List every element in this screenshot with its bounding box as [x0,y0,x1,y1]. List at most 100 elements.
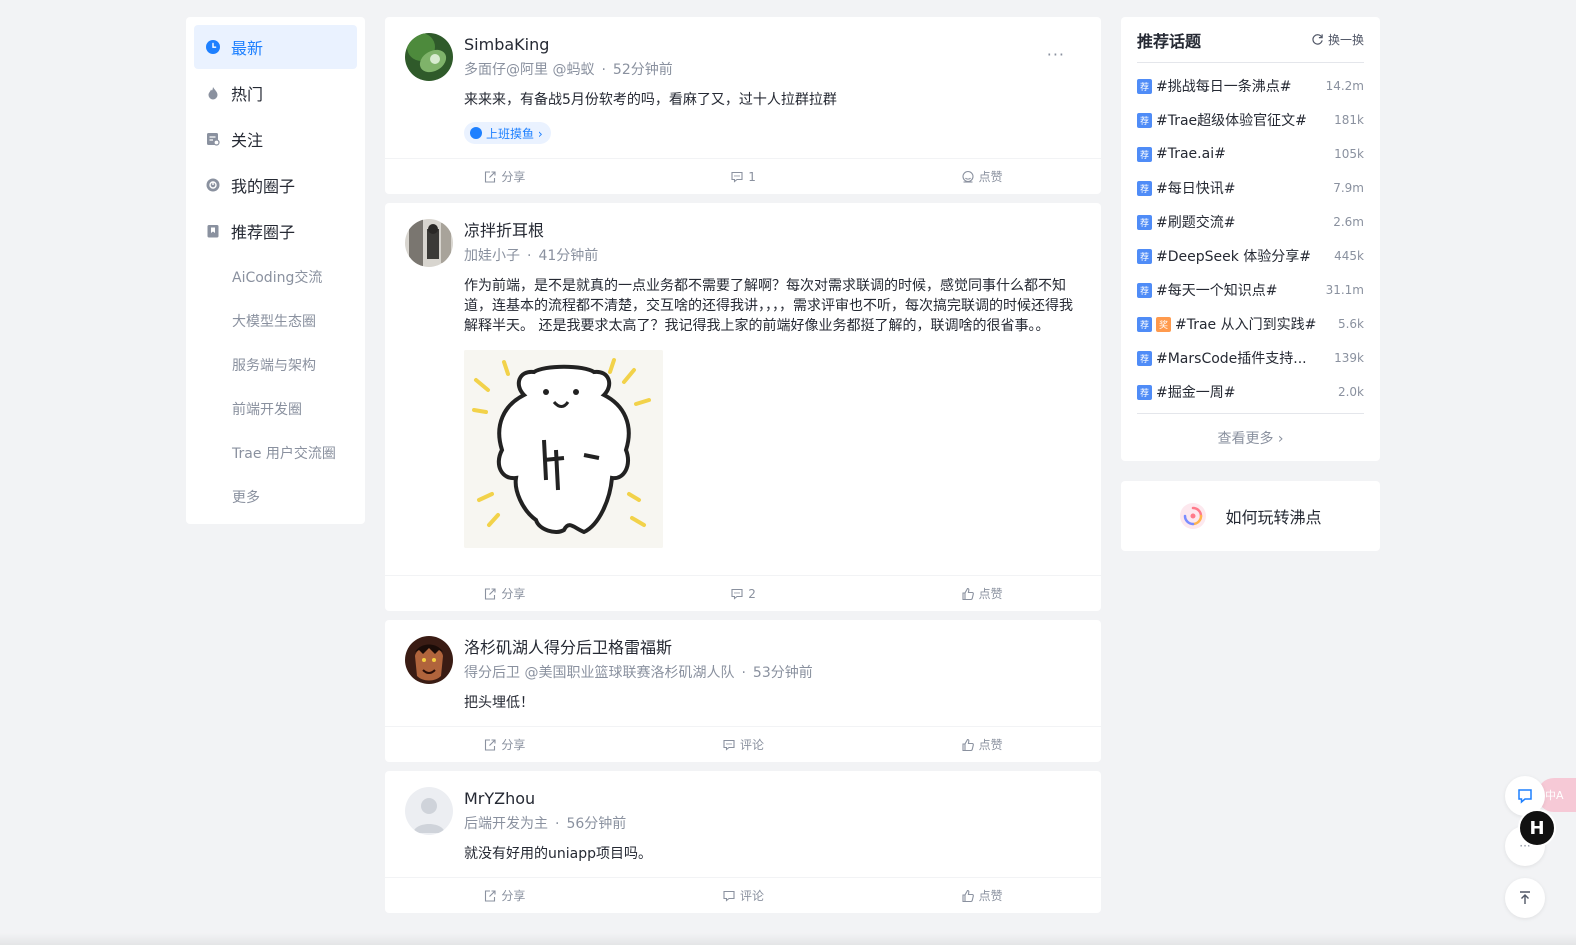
topic-name: #挑战每日一条沸点# [1156,79,1292,95]
sub-item-frontend[interactable]: 前端开发圈 [194,387,357,431]
post-meta: 多面仔@阿里 @蚂蚁 · 52分钟前 [464,62,673,78]
nav-item-latest[interactable]: 最新 [194,25,357,69]
nav-item-follow[interactable]: 关注 [194,117,357,161]
post-time: 41分钟前 [538,248,599,264]
topic-count: 139k [1334,351,1364,365]
topic-item[interactable]: 荐 #MarsCode插件支持... 139k [1137,341,1364,375]
topic-item[interactable]: 荐 #每日快讯# 7.9m [1137,171,1364,205]
recommend-badge: 荐 [1137,316,1152,332]
avatar[interactable] [405,219,453,267]
how-to-use-banner[interactable]: 如何玩转沸点 [1121,481,1380,551]
recommend-badge: 荐 [1137,214,1152,230]
comment-button[interactable]: 1 [624,159,863,194]
topic-tag[interactable]: 上班摸鱼 › [464,122,551,144]
post-image[interactable] [464,350,663,548]
follow-icon [206,132,220,146]
h-assistant-button[interactable]: H [1518,809,1556,847]
nav-label: 推荐圈子 [231,223,296,242]
refresh-button[interactable]: 换一换 [1311,31,1364,48]
topic-count: 2.6m [1333,215,1364,229]
comment-label: 2 [748,586,756,601]
comment-button[interactable]: 评论 [624,878,863,913]
topics-title: 推荐话题 [1137,31,1202,51]
bottom-shadow [0,933,1576,945]
post-content[interactable]: 作为前端，是不是就真的一点业务都不需要了解啊？每次对需求联调的时候，感觉同事什么… [464,276,1079,336]
view-more-link[interactable]: 查看更多 › [1137,413,1364,461]
topic-count: 7.9m [1333,181,1364,195]
topic-name: #每日快讯# [1156,181,1236,197]
back-to-top-button[interactable] [1505,878,1545,918]
avatar[interactable] [405,636,453,684]
recommend-badge: 荐 [1137,350,1152,366]
topic-item[interactable]: 荐 #挑战每日一条沸点# 14.2m [1137,69,1364,103]
sub-item-aicoding[interactable]: AiCoding交流 [194,255,357,299]
sub-item-llm-ecosystem[interactable]: 大模型生态圈 [194,299,357,343]
sub-item-trae[interactable]: Trae 用户交流圈 [194,431,357,475]
post-card: SimbaKing 多面仔@阿里 @蚂蚁 · 52分钟前 来来来，有备战5月份软考的… [385,17,1101,194]
share-button[interactable]: 分享 [385,878,624,913]
topic-item[interactable]: 荐奖 #Trae 从入门到实践# 5.6k [1137,307,1364,341]
share-button[interactable]: 分享 [385,576,624,611]
like-button[interactable]: 点赞 [862,159,1101,194]
like-button[interactable]: 点赞 [862,878,1101,913]
topic-item[interactable]: 荐 #Trae.ai# 105k [1137,137,1364,171]
avatar[interactable] [405,33,453,81]
post-actions: 分享 2 点赞 [385,575,1101,611]
author-name[interactable]: 洛杉矶湖人得分后卫格雷福斯 [464,636,1081,659]
post-actions: 分享 1 点赞 [385,158,1101,194]
nav-item-my-circles[interactable]: 我的圈子 [194,163,357,207]
recommend-badge: 荐 [1137,112,1152,128]
sub-item-more[interactable]: 更多 [194,475,357,519]
topic-name: #Trae超级体验官征文# [1156,113,1307,129]
topic-item[interactable]: 荐 #每天一个知识点# 31.1m [1137,273,1364,307]
topic-item[interactable]: 荐 #Trae超级体验官征文# 181k [1137,103,1364,137]
comment-label: 评论 [740,889,765,903]
post-card: MrYZhou 后端开发为主 · 56分钟前 就没有好用的uniapp项目吗。 分享… [385,771,1101,913]
comment-icon [731,171,743,183]
topic-item[interactable]: 荐 #掘金一周# 2.0k [1137,375,1364,409]
feed: SimbaKing 多面仔@阿里 @蚂蚁 · 52分钟前 来来来，有备战5月份软考的… [385,17,1101,922]
author-name[interactable]: MrYZhou [464,787,1081,810]
recommend-badge: 荐 [1137,180,1152,196]
post-content[interactable]: 来来来，有备战5月份软考的吗，看麻了又，过十人拉群拉群 [464,90,1081,110]
author-subtitle: 多面仔@阿里 @蚂蚁 [464,62,595,78]
author-subtitle: 加娃小子 [464,248,520,264]
circle-icon [206,178,220,192]
like-button[interactable]: 点赞 [862,576,1101,611]
emoji-icon [962,170,974,183]
more-options-button[interactable]: ··· [1047,45,1065,64]
share-icon [485,738,496,751]
topic-item[interactable]: 荐 #DeepSeek 体验分享# 445k [1137,239,1364,273]
topic-count: 445k [1334,249,1364,263]
like-button[interactable]: 点赞 [862,727,1101,762]
post-actions: 分享 评论 点赞 [385,726,1101,762]
author-name[interactable]: SimbaKing [464,33,1081,56]
topic-name: #MarsCode插件支持... [1156,351,1307,367]
comment-button[interactable]: 2 [624,576,863,611]
comment-button[interactable]: 评论 [624,727,863,762]
recommend-badge: 荐 [1137,78,1152,94]
share-button[interactable]: 分享 [385,727,624,762]
comment-icon [731,588,743,600]
refresh-icon [1312,34,1323,45]
post-content[interactable]: 把头埋低！ [464,693,1081,713]
topic-item[interactable]: 荐 #刷题交流# 2.6m [1137,205,1364,239]
post-time: 56分钟前 [566,816,627,832]
share-label: 分享 [501,170,526,184]
author-name[interactable]: 凉拌折耳根 [464,219,1081,242]
post-content[interactable]: 就没有好用的uniapp项目吗。 [464,844,1081,864]
share-button[interactable]: 分享 [385,159,624,194]
recommend-badge: 荐 [1137,248,1152,264]
nav-label: 我的圈子 [231,177,296,196]
avatar[interactable] [405,787,453,835]
topic-name: #刷题交流# [1156,215,1236,231]
like-label: 点赞 [978,587,1003,601]
nav-item-hot[interactable]: 热门 [194,71,357,115]
share-label: 分享 [501,889,526,903]
comment-icon [723,739,735,751]
sub-item-backend[interactable]: 服务端与架构 [194,343,357,387]
thumbs-up-icon [962,587,974,600]
refresh-label: 换一换 [1327,33,1364,47]
nav-item-recommended-circles[interactable]: 推荐圈子 [194,209,357,253]
author-subtitle: 后端开发为主 [464,816,548,832]
